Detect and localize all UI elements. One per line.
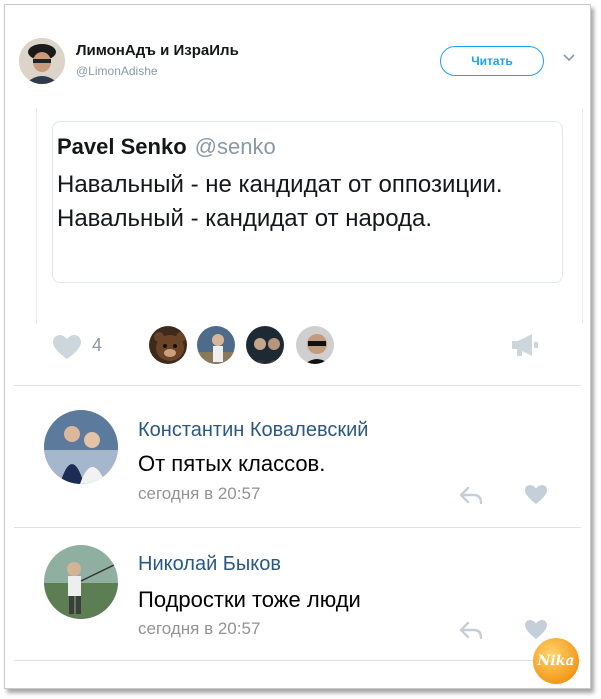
- comment-avatar[interactable]: [44, 545, 118, 619]
- quoted-tweet[interactable]: Pavel Senko @senko Навальный - не кандида…: [52, 121, 563, 283]
- comment-author[interactable]: Николай Быков: [138, 553, 281, 576]
- liker-avatar[interactable]: [147, 324, 189, 366]
- comment-time[interactable]: сегодня в 20:57: [138, 484, 260, 504]
- liker-avatar[interactable]: [294, 324, 336, 366]
- divider: [14, 385, 581, 386]
- chevron-down-icon[interactable]: [562, 53, 576, 63]
- quoted-author: Pavel Senko @senko: [57, 134, 276, 160]
- quoted-author-handle: @senko: [194, 134, 276, 159]
- divider: [14, 660, 581, 661]
- reply-icon[interactable]: [458, 485, 484, 505]
- site-watermark-logo: Nika: [533, 638, 579, 684]
- author-name[interactable]: ЛимонАдъ и ИзраИль: [76, 42, 239, 59]
- comment-author[interactable]: Константин Ковалевский: [138, 419, 368, 442]
- comment-avatar[interactable]: [44, 410, 118, 484]
- heart-icon[interactable]: [524, 484, 548, 506]
- quoted-tweet-text: Навальный - не кандидат от оппозиции. На…: [57, 171, 503, 232]
- liker-avatar[interactable]: [244, 324, 286, 366]
- reply-icon[interactable]: [458, 620, 484, 640]
- watermark-text: Nika: [537, 653, 575, 669]
- like-count: 4: [92, 335, 103, 355]
- comment-time[interactable]: сегодня в 20:57: [138, 619, 260, 639]
- follow-button[interactable]: Читать: [440, 46, 544, 76]
- heart-icon[interactable]: [52, 334, 82, 360]
- heart-icon[interactable]: [524, 619, 548, 641]
- comment-text: Подростки тоже люди: [138, 587, 361, 612]
- divider: [14, 527, 581, 528]
- author-handle[interactable]: @LimonAdishe: [76, 64, 158, 78]
- comment-text: От пятых классов.: [138, 451, 326, 476]
- liker-avatar[interactable]: [195, 324, 237, 366]
- megaphone-icon[interactable]: [510, 332, 540, 358]
- author-avatar[interactable]: [19, 38, 65, 84]
- quoted-author-name: Pavel Senko: [57, 134, 187, 159]
